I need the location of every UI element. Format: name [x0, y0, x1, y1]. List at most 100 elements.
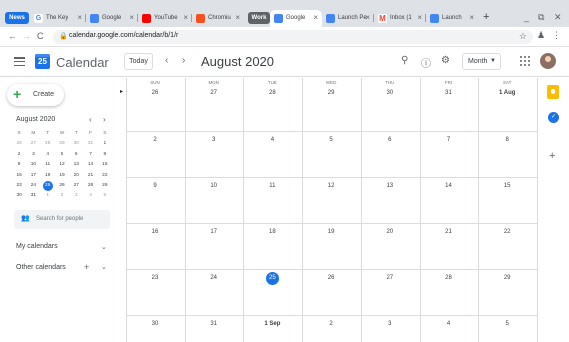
month-day-cell[interactable]: 18 [243, 229, 301, 235]
menu-kebab-icon[interactable]: ⋮ [552, 30, 561, 41]
mini-calendar-day[interactable]: 9 [12, 160, 26, 170]
browser-tab[interactable]: Launch × [426, 12, 478, 26]
month-day-cell[interactable]: 29 [302, 90, 360, 96]
address-bar[interactable]: 🔒 calendar.google.com/calendar/b/1/r ☆ [53, 30, 533, 44]
mini-calendar-day[interactable]: 31 [83, 139, 97, 149]
mini-calendar-day[interactable]: 15 [98, 160, 112, 170]
month-day-cell[interactable]: 27 [361, 275, 419, 281]
mini-calendar-day[interactable]: 5 [98, 191, 112, 201]
mini-calendar-day[interactable]: 28 [41, 139, 55, 149]
google-apps-icon[interactable] [520, 56, 530, 66]
month-day-cell[interactable]: 9 [126, 183, 184, 189]
month-day-cell[interactable]: 26 [126, 90, 184, 96]
month-day-cell[interactable]: 2 [126, 137, 184, 143]
mini-calendar-day[interactable]: 3 [26, 150, 40, 160]
mini-next-month-icon[interactable]: › [103, 115, 106, 124]
other-calendars-expand-icon[interactable]: ⌄ [101, 263, 107, 271]
month-day-cell[interactable]: 1 Sep [243, 321, 301, 327]
keep-icon[interactable] [547, 85, 559, 99]
month-day-cell[interactable]: 8 [478, 137, 536, 143]
mini-calendar-day[interactable]: 23 [12, 181, 26, 191]
month-day-cell[interactable]: 19 [302, 229, 360, 235]
month-day-cell[interactable]: 28 [243, 90, 301, 96]
month-day-cell[interactable]: 10 [185, 183, 243, 189]
close-tab-icon[interactable]: × [77, 12, 82, 24]
search-icon[interactable]: ⚲ [401, 55, 408, 66]
mini-calendar-day[interactable]: 27 [69, 181, 83, 191]
month-day-cell[interactable]: 30 [126, 321, 184, 327]
mini-calendar-day[interactable]: 16 [12, 171, 26, 181]
bookmark-star-icon[interactable]: ☆ [519, 31, 527, 42]
reload-icon[interactable]: C [37, 31, 44, 41]
mini-calendar-day[interactable]: 11 [41, 160, 55, 170]
month-day-cell[interactable]: 2 [302, 321, 360, 327]
mini-calendar-day[interactable]: 28 [83, 181, 97, 191]
month-day-cell[interactable]: 6 [361, 137, 419, 143]
tab-group-work[interactable]: Work [248, 12, 270, 24]
search-people-input[interactable]: 👥 Search for people [14, 210, 110, 229]
month-day-cell[interactable]: 5 [478, 321, 536, 327]
settings-gear-icon[interactable]: ⚙ [441, 55, 450, 66]
month-day-cell[interactable]: 23 [126, 275, 184, 281]
forward-icon[interactable]: → [22, 31, 31, 41]
help-icon[interactable]: ⓘ [421, 55, 431, 70]
mini-calendar-day[interactable]: 26 [55, 181, 69, 191]
mini-calendar-day[interactable]: 29 [98, 181, 112, 191]
account-avatar[interactable] [540, 53, 556, 69]
close-tab-icon[interactable]: × [313, 12, 318, 24]
extension-icon[interactable]: ♟ [537, 30, 545, 41]
mini-calendar-day[interactable]: 21 [83, 171, 97, 181]
month-day-cell[interactable]: 3 [361, 321, 419, 327]
view-switcher[interactable]: Month ▼ [462, 53, 501, 70]
other-calendars-heading[interactable]: Other calendars [16, 264, 66, 271]
mini-calendar-day[interactable]: 2 [55, 191, 69, 201]
close-tab-icon[interactable]: × [129, 12, 134, 24]
mini-calendar-day[interactable]: 30 [12, 191, 26, 201]
mini-calendar-day[interactable]: 27 [26, 139, 40, 149]
browser-tab[interactable]: G The Key × [30, 12, 86, 26]
add-other-calendar-icon[interactable]: + [84, 262, 89, 272]
mini-calendar-day[interactable]: 2 [12, 150, 26, 160]
month-day-cell[interactable]: 15 [478, 183, 536, 189]
month-day-cell[interactable]: 12 [302, 183, 360, 189]
mini-calendar-day[interactable]: 22 [98, 171, 112, 181]
month-day-cell[interactable]: 31 [185, 321, 243, 327]
close-tab-icon[interactable]: × [417, 12, 422, 24]
month-day-cell[interactable]: 25 [243, 272, 301, 285]
mini-calendar-day[interactable]: 10 [26, 160, 40, 170]
close-tab-icon[interactable]: × [469, 12, 474, 24]
mini-calendar-day[interactable]: 4 [41, 150, 55, 160]
month-day-cell[interactable]: 30 [361, 90, 419, 96]
browser-tab-active[interactable]: Google × [270, 10, 322, 27]
previous-period-icon[interactable]: ‹ [165, 55, 168, 66]
close-tab-icon[interactable]: × [365, 12, 370, 24]
month-day-cell[interactable]: 7 [420, 137, 478, 143]
mini-prev-month-icon[interactable]: ‹ [89, 115, 92, 124]
mini-calendar-day[interactable]: 29 [55, 139, 69, 149]
month-day-cell[interactable]: 14 [420, 183, 478, 189]
create-button[interactable]: + Create [7, 84, 64, 106]
month-day-cell[interactable]: 13 [361, 183, 419, 189]
mini-calendar-day[interactable]: 3 [69, 191, 83, 201]
back-icon[interactable]: ← [8, 31, 17, 41]
mini-calendar-day[interactable]: 30 [69, 139, 83, 149]
month-day-cell[interactable]: 5 [302, 137, 360, 143]
browser-tab[interactable]: M Inbox (1 × [374, 12, 426, 26]
today-button[interactable]: Today [124, 53, 153, 70]
my-calendars-heading[interactable]: My calendars [16, 243, 58, 250]
month-day-cell[interactable]: 1 Aug [478, 90, 536, 96]
mini-calendar-day[interactable]: 7 [83, 150, 97, 160]
mini-calendar-day[interactable]: 13 [69, 160, 83, 170]
mini-calendar-day[interactable]: 14 [83, 160, 97, 170]
minimize-icon[interactable]: _ [524, 12, 529, 22]
month-day-cell[interactable]: 16 [126, 229, 184, 235]
get-addons-icon[interactable]: + [549, 150, 555, 162]
month-day-cell[interactable]: 3 [185, 137, 243, 143]
month-day-cell[interactable]: 31 [420, 90, 478, 96]
url-text[interactable]: calendar.google.com/calendar/b/1/r [69, 32, 178, 39]
my-calendars-expand-icon[interactable]: ⌄ [101, 243, 107, 251]
mini-calendar-day[interactable]: 4 [83, 191, 97, 201]
mini-calendar-day[interactable]: 19 [55, 171, 69, 181]
month-day-cell[interactable]: 27 [185, 90, 243, 96]
next-period-icon[interactable]: › [182, 55, 185, 66]
